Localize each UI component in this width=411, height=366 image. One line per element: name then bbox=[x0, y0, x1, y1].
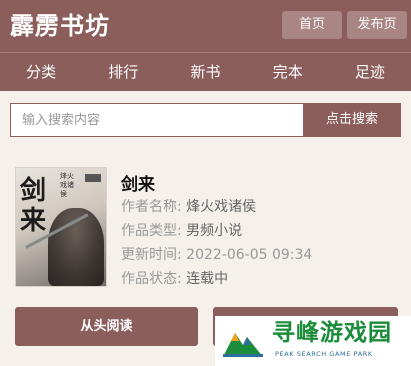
mountain-logo-icon bbox=[223, 333, 263, 357]
nav-item-new-books[interactable]: 新书 bbox=[164, 53, 246, 91]
cover-title-text: 剑来 bbox=[20, 176, 47, 236]
type-row: 作品类型: 男频小说 bbox=[121, 220, 242, 240]
nav-item-ranking[interactable]: 排行 bbox=[82, 53, 164, 91]
watermark-title: 寻峰游戏园 bbox=[272, 320, 392, 346]
search-input[interactable] bbox=[10, 103, 303, 137]
type-label: 作品类型: bbox=[121, 223, 182, 239]
status-label: 作品状态: bbox=[121, 271, 182, 287]
author-label: 作者名称: bbox=[121, 199, 182, 215]
read-from-start-button[interactable]: 从头阅读 bbox=[15, 307, 198, 346]
author-value: 烽火戏诸侯 bbox=[186, 199, 257, 215]
main-nav: 分类 排行 新书 完本 足迹 bbox=[0, 53, 411, 91]
updated-row: 更新时间: 2022-06-05 09:34 bbox=[121, 244, 312, 264]
cover-author-text: 烽火戏诸侯 bbox=[60, 172, 74, 198]
search-bar: 点击搜索 bbox=[10, 103, 401, 137]
home-button[interactable]: 首页 bbox=[282, 11, 342, 39]
book-cover[interactable]: 剑来 烽火戏诸侯 bbox=[15, 167, 107, 287]
updated-label: 更新时间: bbox=[121, 247, 182, 263]
top-bar: 霹雳书坊 首页 发布页 bbox=[0, 0, 411, 52]
status-row: 作品状态: 连载中 bbox=[121, 268, 228, 288]
nav-item-history[interactable]: 足迹 bbox=[329, 53, 411, 91]
search-button[interactable]: 点击搜索 bbox=[303, 103, 401, 137]
cover-badge-icon bbox=[85, 174, 101, 182]
type-value: 男频小说 bbox=[186, 223, 243, 239]
watermark-logo: 寻峰游戏园 PEAK SEARCH GAME PARK bbox=[215, 316, 411, 366]
updated-value: 2022-06-05 09:34 bbox=[186, 247, 313, 263]
book-title[interactable]: 剑来 bbox=[121, 170, 155, 195]
site-logo[interactable]: 霹雳书坊 bbox=[10, 9, 110, 43]
nav-item-category[interactable]: 分类 bbox=[0, 53, 82, 91]
publish-page-button[interactable]: 发布页 bbox=[347, 11, 407, 39]
author-row: 作者名称: 烽火戏诸侯 bbox=[121, 196, 256, 216]
nav-item-completed[interactable]: 完本 bbox=[247, 53, 329, 91]
watermark-subtitle: PEAK SEARCH GAME PARK bbox=[275, 350, 373, 358]
status-value: 连载中 bbox=[186, 271, 229, 287]
